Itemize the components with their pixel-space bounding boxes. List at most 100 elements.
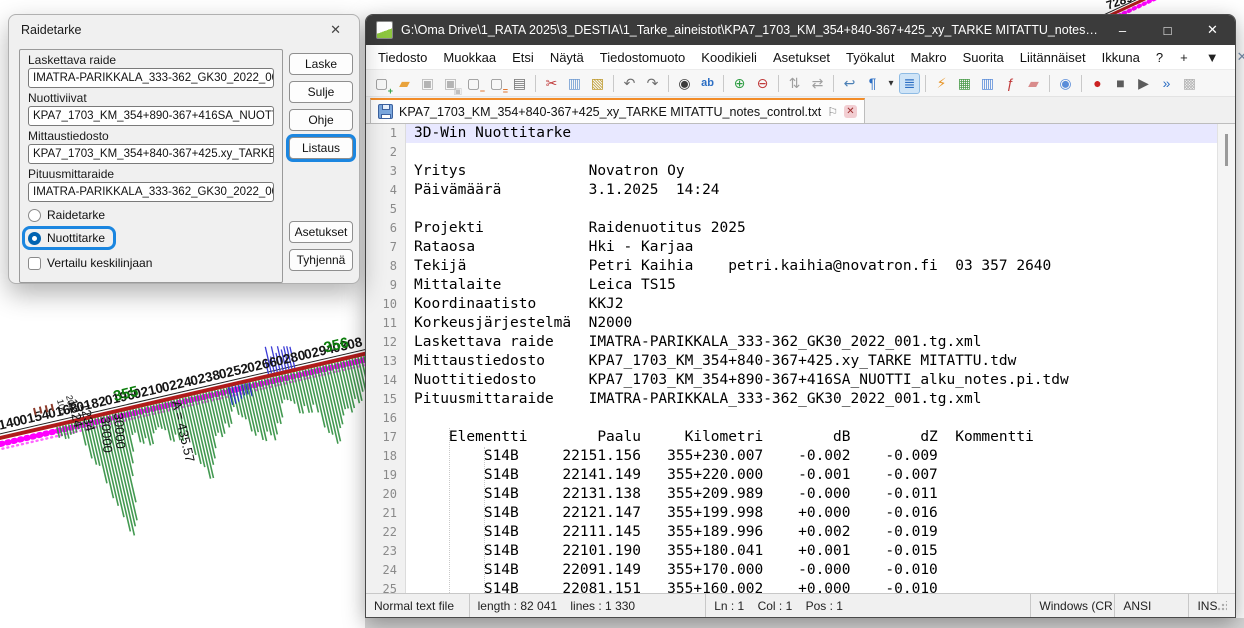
- editor-line[interactable]: 17 Elementti Paalu Kilometri dB dZ Komme…: [366, 428, 1235, 447]
- tab-list-dropdown-icon[interactable]: ▼: [1197, 50, 1228, 65]
- ohje-button[interactable]: Ohje: [289, 109, 353, 131]
- menu-makro[interactable]: Makro: [902, 48, 954, 67]
- listaus-button[interactable]: Listaus: [289, 137, 353, 159]
- status-encoding[interactable]: ANSI: [1115, 594, 1189, 617]
- editor-line[interactable]: 12Laskettava raide IMATRA-PARIKKALA_333-…: [366, 333, 1235, 352]
- show-all-characters-dropdown-icon[interactable]: ▾: [885, 73, 897, 94]
- editor-line[interactable]: 11Korkeusjärjestelmä N2000: [366, 314, 1235, 333]
- asetukset-button[interactable]: Asetukset: [289, 221, 353, 243]
- menu-muokkaa[interactable]: Muokkaa: [435, 48, 504, 67]
- editor-line[interactable]: 15Pituusmittaraide IMATRA-PARIKKALA_333-…: [366, 390, 1235, 409]
- dialog-close-icon[interactable]: ✕: [324, 20, 347, 40]
- macro-stop-icon[interactable]: ■: [1110, 73, 1131, 94]
- cut-icon[interactable]: ✂: [541, 73, 562, 94]
- window-maximize-button[interactable]: □: [1145, 15, 1190, 45]
- checkbox-vertailu-keskilinjaan[interactable]: Vertailu keskilinjaan: [28, 256, 152, 270]
- resize-grip[interactable]: [1217, 601, 1227, 611]
- menu-ikkuna[interactable]: Ikkuna: [1094, 48, 1148, 67]
- tyhjenna-button[interactable]: Tyhjennä: [289, 249, 353, 271]
- pin-icon[interactable]: ⚐: [827, 105, 838, 119]
- sulje-button[interactable]: Sulje: [289, 81, 353, 103]
- find-icon[interactable]: ◉: [674, 73, 695, 94]
- show-indent-guide-icon[interactable]: ≣: [899, 73, 920, 94]
- plugin-execute-icon[interactable]: ⚡: [931, 73, 952, 94]
- tab-close-icon[interactable]: ✕: [844, 105, 857, 118]
- open-file-icon[interactable]: ▰: [394, 73, 415, 94]
- close-document-icon[interactable]: ✕: [1228, 49, 1244, 65]
- editor-line[interactable]: 2: [366, 143, 1235, 162]
- editor-line[interactable]: 13Mittaustiedosto KPA7_1703_KM_354+840-3…: [366, 352, 1235, 371]
- editor-line[interactable]: 21 S14B 22121.147 355+199.998 +0.000 -0.…: [366, 504, 1235, 523]
- save-file-icon[interactable]: ▣: [417, 73, 438, 94]
- editor-line[interactable]: 6Projekti Raidenuotitus 2025: [366, 219, 1235, 238]
- macro-save-icon[interactable]: ▩: [1179, 73, 1200, 94]
- laske-button[interactable]: Laske: [289, 53, 353, 75]
- editor-line[interactable]: 20 S14B 22131.138 355+209.989 -0.000 -0.…: [366, 485, 1235, 504]
- nuottiviivat-combo[interactable]: KPA7_1703_KM_354+890-367+416SA_NUOTTI_ ∨: [28, 106, 274, 126]
- editor-line[interactable]: 23 S14B 22101.190 355+180.041 +0.001 -0.…: [366, 542, 1235, 561]
- menu-ty-kalut[interactable]: Työkalut: [838, 48, 902, 67]
- document-map-icon[interactable]: ▦: [954, 73, 975, 94]
- zoom-in-icon[interactable]: ⊕: [729, 73, 750, 94]
- editor-line[interactable]: 22 S14B 22111.145 355+189.996 +0.002 -0.…: [366, 523, 1235, 542]
- status-insert-mode[interactable]: INS: [1189, 594, 1235, 617]
- paste-icon[interactable]: ▧: [587, 73, 608, 94]
- show-all-characters-icon[interactable]: ¶: [862, 73, 883, 94]
- editor-line[interactable]: 7Rataosa Hki - Karjaa: [366, 238, 1235, 257]
- replace-icon[interactable]: ab: [697, 73, 718, 94]
- redo-icon[interactable]: ↷: [642, 73, 663, 94]
- save-all-icon[interactable]: ▣▣: [440, 73, 461, 94]
- copy-icon[interactable]: ▥: [564, 73, 585, 94]
- menu-tiedosto[interactable]: Tiedosto: [370, 48, 435, 67]
- editor-line[interactable]: 16: [366, 409, 1235, 428]
- menu-tiedostomuoto[interactable]: Tiedostomuoto: [592, 48, 694, 67]
- radio-nuottitarke[interactable]: Nuottitarke: [25, 229, 113, 247]
- print-icon[interactable]: ▤: [509, 73, 530, 94]
- document-list-icon[interactable]: ▥: [977, 73, 998, 94]
- close-all-icon[interactable]: ▢=: [486, 73, 507, 94]
- macro-play-icon[interactable]: ▶: [1133, 73, 1154, 94]
- sync-vertical-scroll-icon[interactable]: ⇅: [784, 73, 805, 94]
- sync-horizontal-scroll-icon[interactable]: ⇄: [807, 73, 828, 94]
- window-close-button[interactable]: ✕: [1190, 15, 1235, 45]
- editor-line[interactable]: 24 S14B 22091.149 355+170.000 -0.000 -0.…: [366, 561, 1235, 580]
- tab-active[interactable]: KPA7_1703_KM_354+840-367+425_xy_TARKE MI…: [370, 98, 865, 123]
- laskettava-raide-field[interactable]: IMATRA-PARIKKALA_333-362_GK30_2022_001.t…: [28, 68, 274, 88]
- new-tab-button[interactable]: +: [1171, 50, 1197, 65]
- monitoring-icon[interactable]: ◉: [1055, 73, 1076, 94]
- editor-line[interactable]: 13D-Win Nuottitarke: [366, 124, 1235, 143]
- radio-raidetarke[interactable]: Raidetarke: [28, 208, 105, 222]
- menu-?[interactable]: ?: [1148, 48, 1171, 67]
- window-minimize-button[interactable]: –: [1100, 15, 1145, 45]
- status-eol-format[interactable]: Windows (CR LF): [1031, 594, 1115, 617]
- pituusmittaraide-combo[interactable]: IMATRA-PARIKKALA_333-362_GK30_2022_001.t…: [28, 182, 274, 202]
- editor-line[interactable]: 25 S14B 22081.151 355+160.002 +0.000 -0.…: [366, 580, 1235, 593]
- menu-suorita[interactable]: Suorita: [955, 48, 1012, 67]
- editor-line[interactable]: 8Tekijä Petri Kaihia petri.kaihia@novatr…: [366, 257, 1235, 276]
- editor-line[interactable]: 9Mittalaite Leica TS15: [366, 276, 1235, 295]
- editor-line[interactable]: 5: [366, 200, 1235, 219]
- macro-run-multiple-icon[interactable]: »: [1156, 73, 1177, 94]
- function-list-icon[interactable]: ƒ: [1000, 73, 1021, 94]
- folder-as-workspace-icon[interactable]: ▰: [1023, 73, 1044, 94]
- 3dwin-graphics-canvas[interactable]: 0140015401680182019602100224023802520266…: [0, 290, 380, 628]
- undo-icon[interactable]: ↶: [619, 73, 640, 94]
- editor-line[interactable]: 3Yritys Novatron Oy: [366, 162, 1235, 181]
- editor-line[interactable]: 4Päivämäärä 3.1.2025 14:24: [366, 181, 1235, 200]
- menu-koodikieli[interactable]: Koodikieli: [693, 48, 765, 67]
- editor-vertical-scrollbar[interactable]: [1217, 124, 1235, 593]
- editor-line[interactable]: 10Koordinaatisto KKJ2: [366, 295, 1235, 314]
- close-file-icon[interactable]: ▢−: [463, 73, 484, 94]
- menu-asetukset[interactable]: Asetukset: [765, 48, 838, 67]
- word-wrap-icon[interactable]: ↩: [839, 73, 860, 94]
- menu-liit-nn-iset[interactable]: Liitännäiset: [1012, 48, 1094, 67]
- new-file-icon[interactable]: ▢+: [371, 73, 392, 94]
- editor-line[interactable]: 19 S14B 22141.149 355+220.000 -0.001 -0.…: [366, 466, 1235, 485]
- title-bar[interactable]: G:\Oma Drive\1_RATA 2025\3_DESTIA\1_Tark…: [366, 15, 1235, 45]
- scrollbar-thumb[interactable]: [1225, 134, 1228, 166]
- dialog-title-bar[interactable]: Raidetarke ✕: [9, 15, 359, 45]
- editor-line[interactable]: 14Nuottitiedosto KPA7_1703_KM_354+890-36…: [366, 371, 1235, 390]
- mittaustiedosto-combo[interactable]: KPA7_1703_KM_354+840-367+425.xy_TARKE M …: [28, 144, 274, 164]
- editor-line[interactable]: 18 S14B 22151.156 355+230.007 -0.002 -0.…: [366, 447, 1235, 466]
- menu-etsi[interactable]: Etsi: [504, 48, 542, 67]
